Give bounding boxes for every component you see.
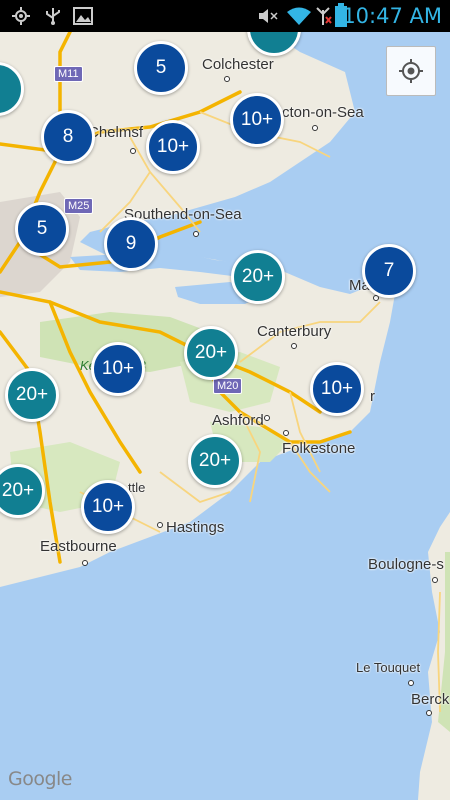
boulogne-dot xyxy=(432,577,438,583)
place-canterbury[interactable]: Canterbury xyxy=(257,323,331,340)
status-bar: 10:47 AM xyxy=(0,0,450,32)
m20-road-label: M20 xyxy=(213,378,243,394)
berck-dot xyxy=(426,710,432,716)
place-berck[interactable]: Berck xyxy=(411,691,449,708)
cluster-marker[interactable]: 10+ xyxy=(310,362,364,416)
wifi-icon xyxy=(287,7,311,25)
place-boulogne[interactable]: Boulogne-s xyxy=(368,556,444,573)
cluster-marker[interactable]: 10+ xyxy=(91,342,145,396)
cluster-marker[interactable]: 10+ xyxy=(230,93,284,147)
cluster-marker[interactable]: 7 xyxy=(362,244,416,298)
place-dover[interactable]: r xyxy=(370,388,375,405)
crosshair-icon xyxy=(399,59,423,83)
cluster-marker[interactable]: 20+ xyxy=(184,326,238,380)
cluster-marker[interactable]: 5 xyxy=(15,202,69,256)
letouquet-dot xyxy=(408,680,414,686)
place-clacton[interactable]: cton-on-Sea xyxy=(282,104,364,121)
canterbury-dot xyxy=(291,343,297,349)
usb-icon xyxy=(46,8,60,25)
place-ashford[interactable]: Ashford xyxy=(212,412,264,429)
chelmsford-dot xyxy=(130,148,136,154)
eastbourne-dot xyxy=(82,560,88,566)
clock: 10:47 AM xyxy=(342,4,442,28)
m25-road-label: M25 xyxy=(64,198,94,214)
southend-dot xyxy=(193,231,199,237)
map-view[interactable]: M11 M25 M20 Colchester Chelmsf cton-on-S… xyxy=(0,32,450,800)
image-icon xyxy=(73,7,93,25)
cluster-marker[interactable]: 20+ xyxy=(188,434,242,488)
cluster-marker[interactable]: 8 xyxy=(41,110,95,164)
cluster-marker[interactable]: 10+ xyxy=(81,480,135,534)
cluster-marker[interactable]: 20+ xyxy=(5,368,59,422)
signal-icon xyxy=(316,7,332,25)
place-letouquet[interactable]: Le Touquet xyxy=(356,660,420,675)
ashford-dot xyxy=(264,415,270,421)
colchester-dot xyxy=(224,76,230,82)
cluster-marker[interactable]: 10+ xyxy=(146,120,200,174)
place-colchester[interactable]: Colchester xyxy=(202,56,274,73)
place-chelmsford[interactable]: Chelmsf xyxy=(88,124,143,141)
m11-road-label: M11 xyxy=(54,66,83,82)
place-folkestone[interactable]: Folkestone xyxy=(282,440,355,457)
place-hastings[interactable]: Hastings xyxy=(166,519,224,536)
clacton-dot xyxy=(312,125,318,131)
mute-icon xyxy=(259,9,278,23)
place-eastbourne[interactable]: Eastbourne xyxy=(40,538,117,555)
cluster-marker[interactable]: 5 xyxy=(134,41,188,95)
folkestone-dot xyxy=(283,430,289,436)
google-attribution: Google xyxy=(8,768,73,790)
location-icon xyxy=(12,7,30,25)
cluster-marker[interactable]: 9 xyxy=(104,217,158,271)
my-location-button[interactable] xyxy=(386,46,436,96)
hastings-dot xyxy=(157,522,163,528)
cluster-marker[interactable]: 20+ xyxy=(231,250,285,304)
